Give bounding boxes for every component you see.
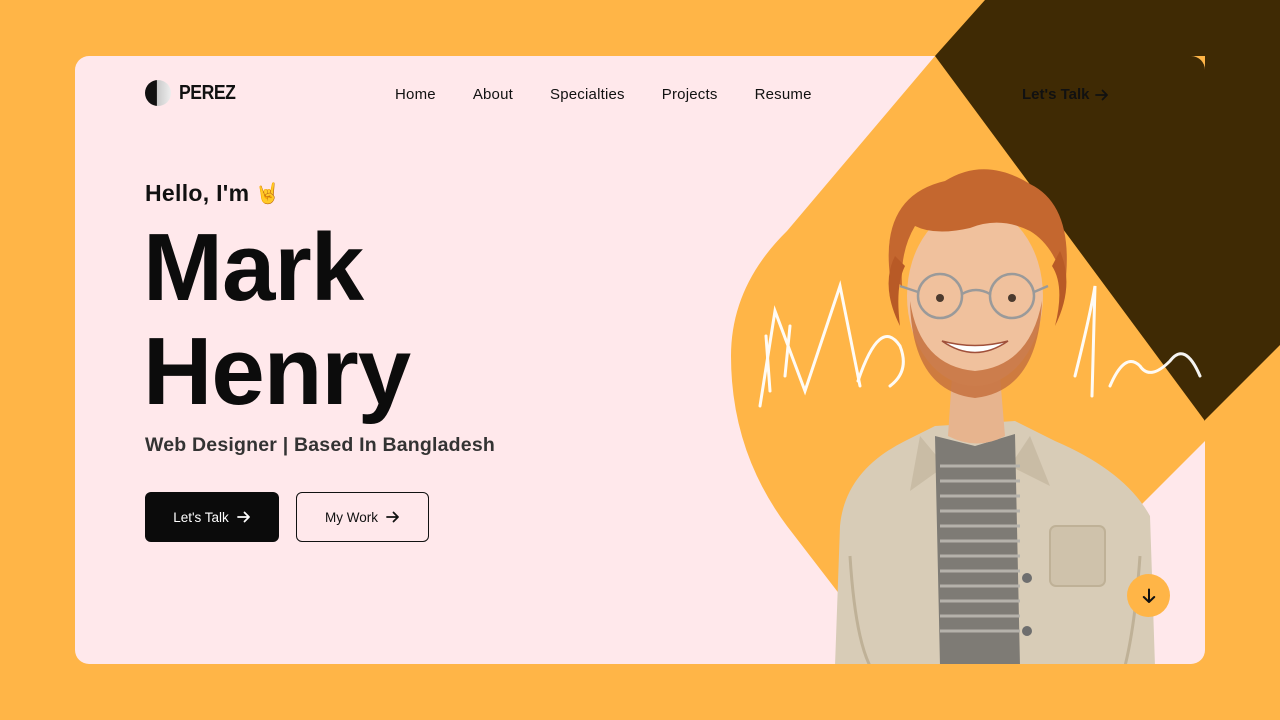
last-name: Henry [143, 318, 411, 425]
arrow-right-icon [386, 511, 399, 523]
lets-talk-button-label: Let's Talk [173, 509, 229, 525]
hero-card: PEREZ Home About Specialties Projects Re… [75, 56, 1205, 664]
nav-about[interactable]: About [473, 86, 513, 103]
rock-hand-icon: 🤘 [255, 183, 281, 205]
nav-lets-talk-link[interactable]: Let's Talk [1022, 86, 1109, 103]
nav-home[interactable]: Home [395, 86, 436, 103]
nav-specialties[interactable]: Specialties [550, 86, 625, 103]
logo-icon [145, 80, 171, 106]
hero-subtitle: Web Designer | Based In Bangladesh [145, 434, 495, 456]
brand-name: PEREZ [179, 81, 236, 104]
nav-projects[interactable]: Projects [662, 86, 718, 103]
nav-resume[interactable]: Resume [755, 86, 812, 103]
my-work-button[interactable]: My Work [296, 492, 429, 542]
nav-lets-talk-label: Let's Talk [1022, 86, 1090, 103]
my-work-button-label: My Work [325, 509, 378, 525]
greeting: Hello, I'm 🤘 [145, 180, 281, 207]
brand-logo[interactable]: PEREZ [145, 80, 243, 106]
scroll-down-button[interactable] [1127, 574, 1170, 617]
arrow-down-icon [1142, 588, 1155, 603]
lets-talk-button[interactable]: Let's Talk [145, 492, 279, 542]
main-nav: Home About Specialties Projects Resume [395, 86, 812, 103]
arrow-right-icon [236, 511, 250, 523]
arrow-right-icon [1095, 89, 1109, 100]
greeting-text: Hello, I'm [145, 180, 250, 206]
hero-name: Mark Henry [143, 214, 411, 425]
first-name: Mark [143, 214, 364, 321]
